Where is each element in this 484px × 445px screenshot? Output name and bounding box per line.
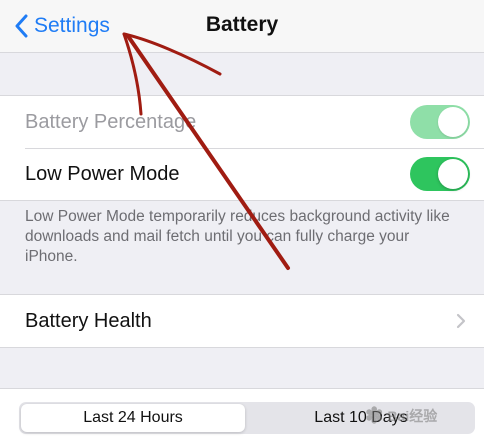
watermark: ✽ Bai经验 (365, 396, 480, 436)
low-power-mode-toggle[interactable] (410, 157, 470, 191)
watermark-text: Bai经验 (387, 408, 438, 424)
battery-settings-group: Battery Percentage Low Power Mode (0, 95, 484, 201)
page-title: Battery (205, 13, 279, 36)
battery-health-label: Battery Health (25, 309, 152, 332)
battery-health-group: Battery Health (0, 294, 484, 348)
battery-percentage-label: Battery Percentage (25, 110, 197, 133)
watermark-logo: ✽ (365, 403, 384, 428)
toggle-knob (438, 159, 468, 189)
battery-percentage-row: Battery Percentage (0, 96, 484, 148)
low-power-footer-text: Low Power Mode temporarily reduces backg… (25, 208, 450, 265)
segment-last-24-hours[interactable]: Last 24 Hours (21, 404, 245, 432)
low-power-mode-label: Low Power Mode (25, 162, 180, 185)
navigation-bar: Settings Battery (0, 0, 484, 53)
battery-percentage-toggle[interactable] (410, 105, 470, 139)
battery-health-row[interactable]: Battery Health (0, 295, 484, 347)
chevron-right-icon (456, 313, 466, 329)
low-power-mode-row: Low Power Mode (0, 148, 484, 200)
toggle-knob (438, 107, 468, 137)
